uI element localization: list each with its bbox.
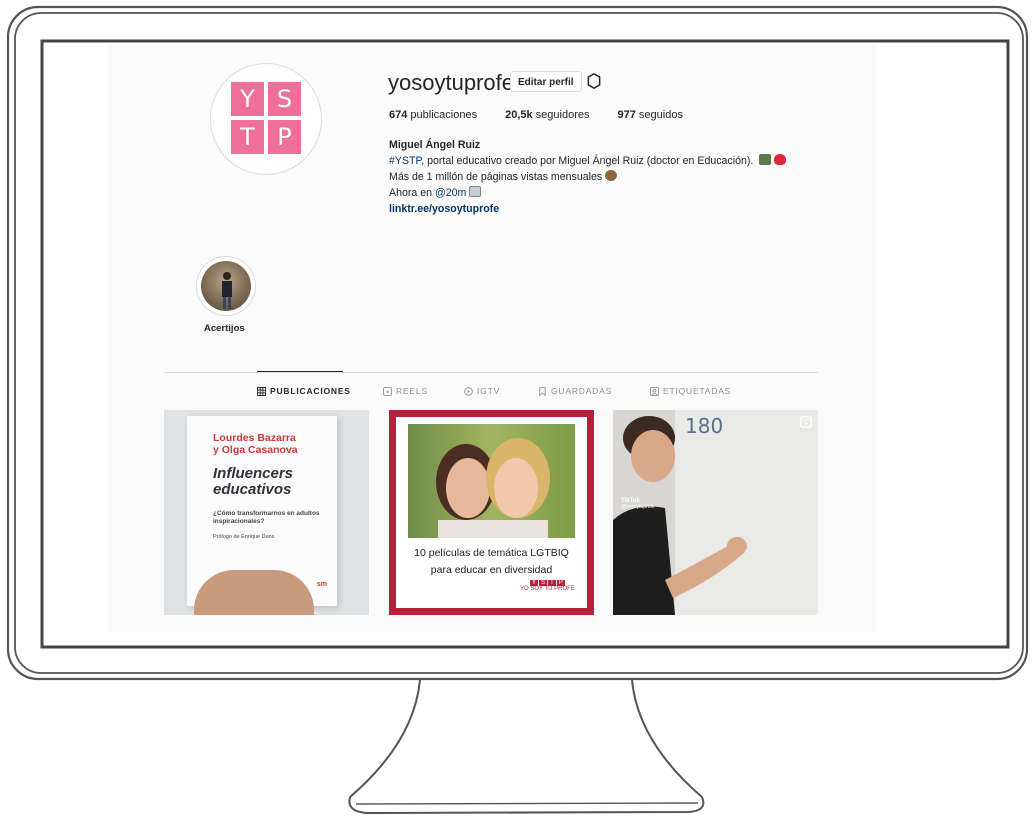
- book-authors: Lourdes Bazarra y Olga Casanova: [213, 432, 298, 456]
- heart-emoji-icon: [774, 154, 787, 165]
- person-silhouette-icon: [222, 272, 232, 309]
- story-highlight[interactable]: [196, 256, 256, 316]
- followers-count[interactable]: 20,5k seguidores: [505, 109, 589, 121]
- bookmark-icon: [539, 386, 546, 396]
- igtv-icon: [464, 386, 473, 396]
- profile-username: yosoytuprofe: [388, 70, 514, 95]
- tagged-icon: [650, 386, 659, 396]
- post-reel-video[interactable]: 180 TikTok @yosoytuprofe: [613, 410, 818, 615]
- bio-line-1: #YSTP, portal educativo creado por Migue…: [389, 153, 787, 169]
- tabs-divider: [164, 372, 818, 373]
- tab-reels[interactable]: REELS: [383, 386, 428, 396]
- post-movies[interactable]: 10 películas de temática LGTBIQ para edu…: [389, 410, 594, 615]
- ystp-logo: Y S T P: [231, 82, 301, 154]
- bio-line-3: Ahora en @20m: [389, 185, 786, 201]
- bio-line-2: Más de 1 millón de páginas vistas mensua…: [389, 169, 786, 185]
- logo-letter: T: [231, 120, 264, 154]
- profile-stats: 674 publicaciones 20,5k seguidores 977 s…: [389, 109, 711, 121]
- profile-bio: Miguel Ángel Ruiz #YSTP, portal educativ…: [389, 137, 787, 217]
- mention-link[interactable]: @20m: [435, 187, 466, 199]
- website-link[interactable]: linktr.ee/yosoytuprofe: [389, 201, 786, 217]
- reels-icon: [800, 416, 812, 428]
- book-title: Influencers educativos: [213, 465, 294, 498]
- publisher-logo: sm: [316, 581, 327, 588]
- video-frame: [613, 410, 818, 615]
- following-count[interactable]: 977 seguidos: [618, 109, 683, 121]
- logo-letter: S: [268, 82, 301, 116]
- hand-holding-book: [194, 570, 314, 615]
- instagram-profile-page: Y S T P yosoytuprofe Editar perfil 674 p…: [108, 44, 876, 632]
- logo-letter: P: [268, 120, 301, 154]
- hashtag-link[interactable]: #YSTP: [389, 155, 421, 167]
- profile-full-name: Miguel Ángel Ruiz: [389, 139, 481, 151]
- tab-etiquetadas[interactable]: ETIQUETADAS: [650, 386, 731, 396]
- posts-count[interactable]: 674 publicaciones: [389, 109, 477, 121]
- profile-avatar[interactable]: Y S T P: [210, 63, 322, 175]
- movie-still-image: [408, 424, 575, 538]
- edit-profile-button[interactable]: Editar perfil: [510, 71, 582, 92]
- reels-icon: [383, 386, 392, 396]
- gear-icon[interactable]: [585, 72, 603, 90]
- highlight-label[interactable]: Acertijos: [204, 323, 245, 334]
- highlight-cover: [201, 261, 251, 311]
- medal-emoji-icon: [605, 170, 618, 181]
- movies-title: 10 películas de temática LGTBIQ para edu…: [414, 547, 569, 576]
- book-subtitle: ¿Cómo transformarnos en adultos inspirac…: [213, 510, 320, 525]
- two-faces-illustration: [436, 438, 550, 538]
- post-book[interactable]: Lourdes Bazarra y Olga Casanova Influenc…: [164, 410, 369, 615]
- active-tab-indicator: [257, 371, 343, 372]
- movies-card: 10 películas de temática LGTBIQ para edu…: [396, 417, 587, 608]
- tab-igtv[interactable]: IGTV: [464, 386, 500, 396]
- ystp-small-logo: YSTP YO SOY TU PROFE: [520, 580, 575, 592]
- whiteboard-number: 180: [685, 414, 724, 438]
- grid-icon: [257, 386, 266, 396]
- book-prologue: Prólogo de Enrique Dans: [213, 534, 275, 540]
- tiktok-watermark: TikTok @yosoytuprofe: [621, 498, 655, 510]
- tab-guardadas[interactable]: GUARDADAS: [538, 386, 612, 396]
- teacher-emoji-icon: [759, 154, 772, 165]
- newspaper-emoji-icon: [469, 186, 482, 197]
- tab-publicaciones[interactable]: PUBLICACIONES: [257, 386, 351, 396]
- logo-letter: Y: [231, 82, 264, 116]
